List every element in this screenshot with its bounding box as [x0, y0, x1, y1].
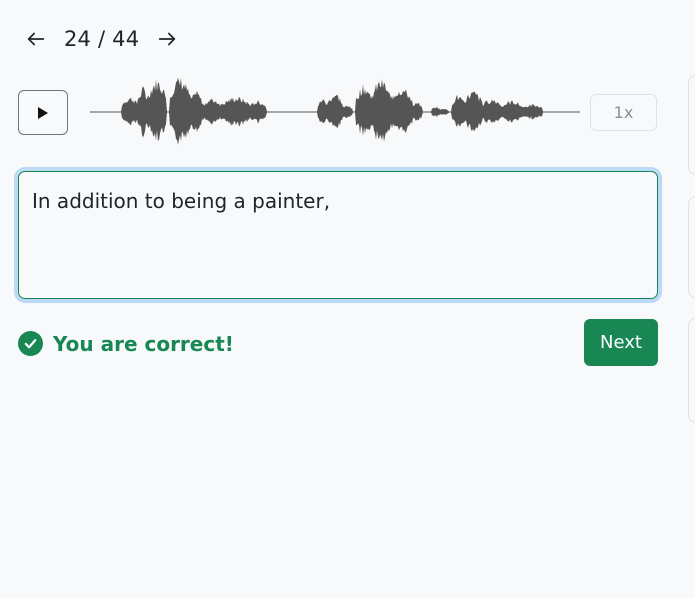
arrow-left-icon [27, 32, 45, 46]
check-circle-icon [18, 331, 43, 356]
answer-textarea[interactable]: In addition to being a painter, [18, 171, 658, 299]
playback-speed-button[interactable]: 1x [590, 94, 657, 131]
page-counter: 24 / 44 [64, 27, 140, 51]
previous-button[interactable] [18, 22, 54, 56]
next-page-button[interactable] [149, 22, 185, 56]
play-icon [38, 106, 48, 119]
answer-focus-ring: In addition to being a painter, [14, 167, 662, 303]
feedback-banner: You are correct! [18, 331, 234, 356]
side-card [688, 75, 695, 175]
side-card [688, 318, 695, 423]
arrow-right-icon [159, 32, 176, 46]
audio-waveform[interactable] [90, 72, 580, 152]
pager: 24 / 44 [18, 22, 185, 56]
feedback-message: You are correct! [53, 331, 234, 356]
side-card [688, 196, 695, 298]
play-button[interactable] [18, 90, 68, 135]
next-button[interactable]: Next [584, 319, 658, 366]
waveform-shape [90, 77, 580, 145]
